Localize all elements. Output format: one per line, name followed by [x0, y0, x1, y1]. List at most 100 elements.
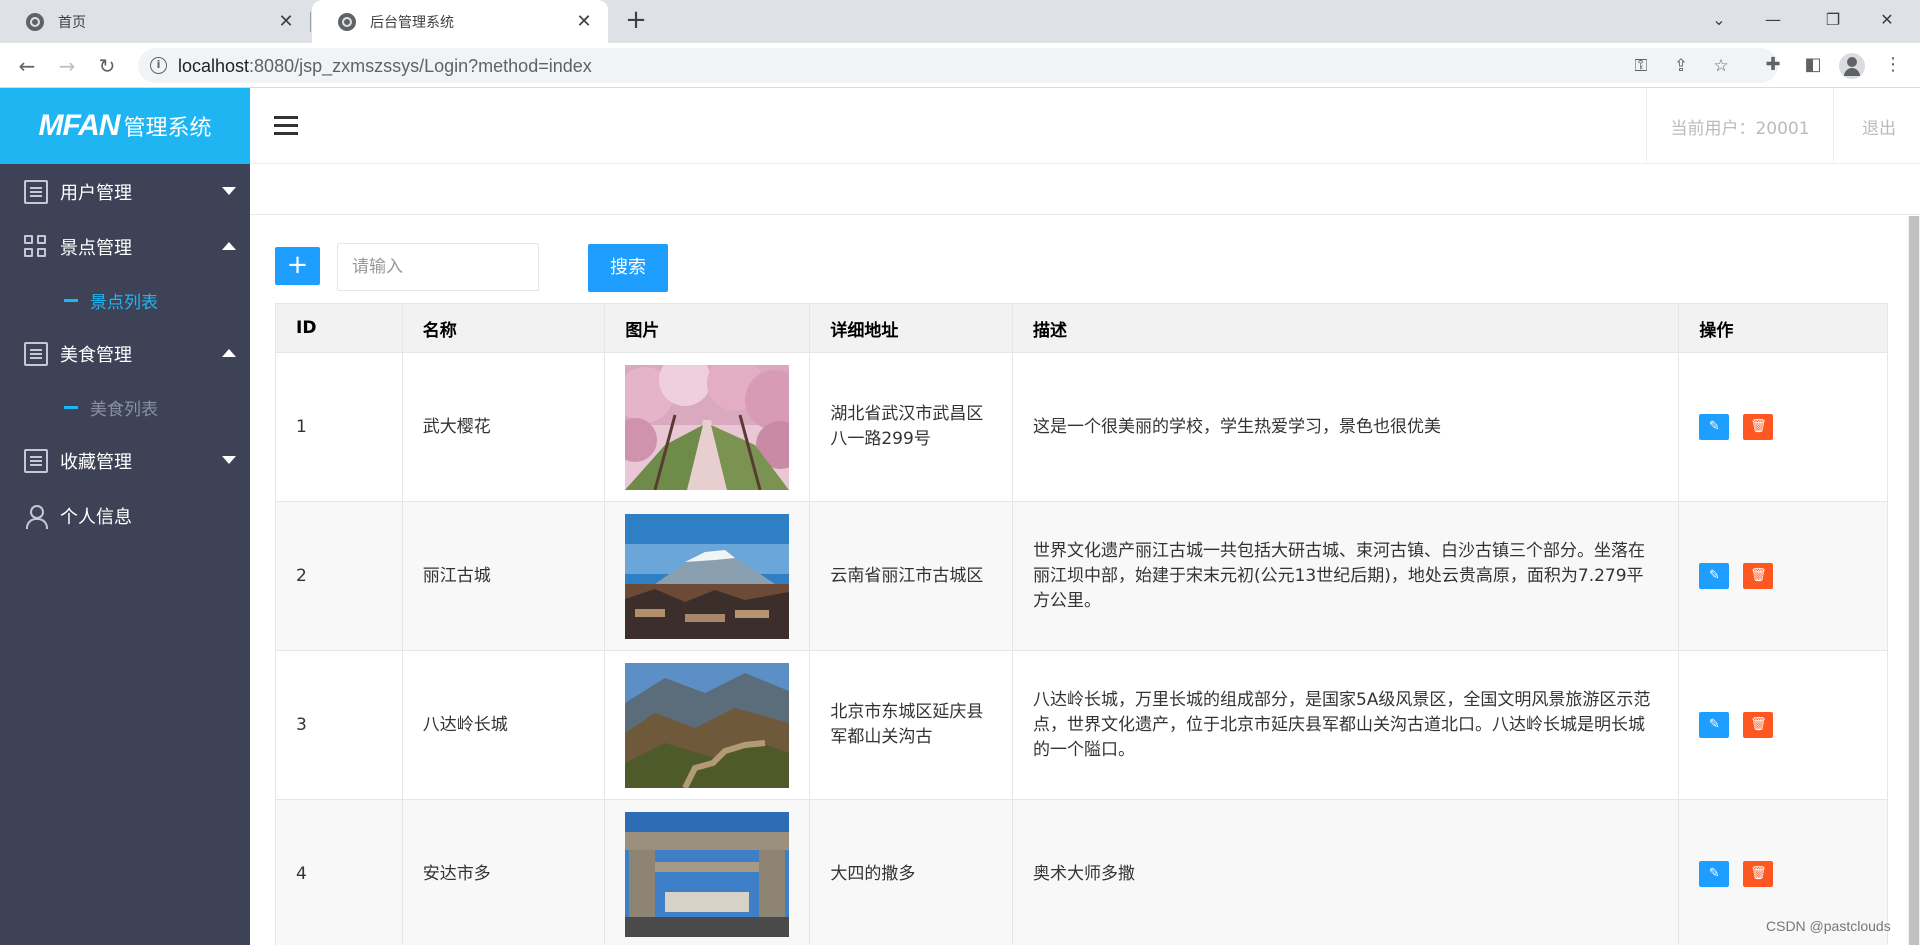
- url-host: localhost: [178, 56, 250, 76]
- key-icon[interactable]: ⚿: [1630, 55, 1652, 77]
- dash-icon: [64, 405, 78, 409]
- sidebar-subitem-food-list[interactable]: 美食列表: [0, 381, 250, 433]
- add-button[interactable]: +: [275, 247, 320, 285]
- cell-address: 北京市东城区延庆县军都山关沟古: [809, 650, 1013, 800]
- logout-link[interactable]: 退出: [1862, 114, 1896, 139]
- bookmark-star-icon[interactable]: ☆: [1710, 55, 1732, 77]
- sidebar-item-favorites-management[interactable]: 收藏管理: [0, 433, 250, 488]
- sidebar-subitem-scenic-list[interactable]: 景点列表: [0, 274, 250, 326]
- sidebar-item-scenic-management[interactable]: 景点管理: [0, 219, 250, 274]
- scenic-table: ID 名称 图片 详细地址 描述 操作 1 武大樱花 湖北省武汉市武昌区八一路2…: [275, 303, 1888, 945]
- main-content: + 搜索 ID 名称 图片 详细地址 描述 操作 1 武大樱花: [250, 216, 1920, 945]
- great-wall-image: [625, 662, 790, 788]
- more-menu-icon[interactable]: ⋮: [1880, 52, 1906, 78]
- cell-address: 大四的撒多: [809, 799, 1013, 945]
- search-input[interactable]: [337, 243, 539, 291]
- minimize-button[interactable]: —: [1750, 0, 1796, 38]
- column-header-image: 图片: [604, 303, 811, 353]
- edit-button[interactable]: ✎: [1699, 414, 1730, 440]
- sidebar-item-label: 美食管理: [60, 344, 132, 366]
- cell-actions: ✎ 🗑: [1678, 501, 1888, 651]
- close-icon[interactable]: ✕: [276, 11, 296, 32]
- cell-name: 八达岭长城: [401, 650, 606, 800]
- column-header-address: 详细地址: [809, 303, 1013, 353]
- logo-brand: MFAN: [38, 109, 120, 142]
- edit-button[interactable]: ✎: [1699, 712, 1730, 738]
- share-icon[interactable]: ⇪: [1670, 55, 1692, 77]
- cell-id: 3: [275, 650, 403, 800]
- reload-button[interactable]: ↻: [92, 51, 122, 81]
- sidebar-item-label: 收藏管理: [60, 451, 132, 473]
- profile-avatar[interactable]: [1839, 53, 1865, 79]
- new-tab-button[interactable]: +: [622, 7, 650, 35]
- logo[interactable]: MFAN 管理系统: [0, 88, 250, 164]
- column-header-actions: 操作: [1678, 303, 1888, 353]
- edit-button[interactable]: ✎: [1699, 563, 1730, 589]
- cell-image: [604, 799, 811, 945]
- caret-up-icon: [222, 349, 236, 357]
- close-icon[interactable]: ✕: [574, 11, 594, 32]
- list-icon: [24, 341, 48, 366]
- top-header: 当前用户：20001 退出: [250, 88, 1920, 164]
- browser-tabstrip: 首页 ✕ 后台管理系统 ✕ + ⌄ — ❐ ✕: [0, 0, 1920, 43]
- sidebar-subitem-label: 景点列表: [90, 292, 158, 313]
- tab-search-chevron-icon[interactable]: ⌄: [1696, 0, 1742, 38]
- address-bar[interactable]: i localhost:8080/jsp_zxmszssys/Login?met…: [138, 48, 1778, 83]
- cell-description: 世界文化遗产丽江古城一共包括大研古城、束河古镇、白沙古镇三个部分。坐落在丽江坝中…: [1011, 501, 1680, 651]
- forward-button[interactable]: →: [52, 51, 82, 81]
- window-close-button[interactable]: ✕: [1864, 0, 1910, 38]
- browser-tab-admin[interactable]: 后台管理系统 ✕: [312, 0, 608, 43]
- back-button[interactable]: ←: [12, 51, 42, 81]
- stone-gate-image: [625, 811, 790, 937]
- table-row: 1 武大樱花 湖北省武汉市武昌区八一路299号 这是一个很美丽的学校，学生热爱学…: [275, 352, 1888, 502]
- scrollbar-thumb[interactable]: [1909, 216, 1919, 945]
- sidebar-item-user-management[interactable]: 用户管理: [0, 164, 250, 219]
- cherry-blossom-image: [625, 364, 790, 490]
- watermark: CSDN @pastclouds: [1766, 918, 1891, 934]
- column-header-id: ID: [275, 303, 403, 353]
- caret-down-icon: [222, 187, 236, 195]
- breadcrumb-strip: [250, 165, 1920, 215]
- cell-name: 武大樱花: [401, 352, 606, 502]
- search-button[interactable]: 搜索: [588, 244, 668, 292]
- url-text[interactable]: localhost:8080/jsp_zxmszssys/Login?metho…: [178, 56, 592, 77]
- dash-icon: [64, 298, 78, 302]
- sidebar-item-label: 景点管理: [60, 237, 132, 259]
- logo-suffix: 管理系统: [123, 116, 212, 141]
- cell-image: [604, 501, 811, 651]
- caret-down-icon: [222, 456, 236, 464]
- url-path: :8080/jsp_zxmszssys/Login?method=index: [249, 56, 592, 76]
- cell-description: 八达岭长城，万里长城的组成部分，是国家5A级风景区，全国文明风景旅游区示范点，世…: [1011, 650, 1680, 800]
- globe-icon: [338, 12, 356, 31]
- restore-button[interactable]: ❐: [1810, 0, 1856, 38]
- tab-title: 首页: [58, 14, 86, 31]
- cell-name: 安达市多: [401, 799, 606, 945]
- delete-button[interactable]: 🗑: [1743, 414, 1774, 440]
- admin-app: MFAN 管理系统 用户管理 景点管理 景点列表 美食管理 美食列表 收藏管理 …: [0, 88, 1920, 945]
- tab-title: 后台管理系统: [370, 14, 454, 31]
- lijiang-town-image: [625, 513, 790, 639]
- sidebar-item-food-management[interactable]: 美食管理: [0, 326, 250, 381]
- sidebar: MFAN 管理系统 用户管理 景点管理 景点列表 美食管理 美食列表 收藏管理 …: [0, 88, 250, 945]
- grid-icon: [24, 234, 48, 259]
- table-row: 4 安达市多 大四的撒多 奥术大师多撒 ✎ 🗑: [275, 799, 1888, 945]
- cell-name: 丽江古城: [401, 501, 606, 651]
- delete-button[interactable]: 🗑: [1743, 563, 1774, 589]
- hamburger-menu-icon[interactable]: [274, 116, 298, 136]
- delete-button[interactable]: 🗑: [1743, 712, 1774, 738]
- cell-actions: ✎ 🗑: [1678, 352, 1888, 502]
- cell-image: [604, 650, 811, 800]
- browser-toolbar: ← → ↻ i localhost:8080/jsp_zxmszssys/Log…: [0, 43, 1920, 88]
- extensions-icon[interactable]: ✚: [1760, 52, 1786, 78]
- vertical-scrollbar[interactable]: [1908, 216, 1920, 945]
- site-info-icon[interactable]: i: [150, 57, 167, 74]
- sidebar-item-label: 用户管理: [60, 182, 132, 204]
- browser-tab-home[interactable]: 首页 ✕: [0, 0, 310, 43]
- side-panel-icon[interactable]: ◧: [1800, 52, 1826, 78]
- cell-id: 1: [275, 352, 403, 502]
- sidebar-item-profile[interactable]: 个人信息: [0, 488, 250, 543]
- cell-image: [604, 352, 811, 502]
- sidebar-subitem-label: 美食列表: [90, 399, 158, 420]
- edit-button[interactable]: ✎: [1699, 861, 1730, 887]
- delete-button[interactable]: 🗑: [1743, 861, 1774, 887]
